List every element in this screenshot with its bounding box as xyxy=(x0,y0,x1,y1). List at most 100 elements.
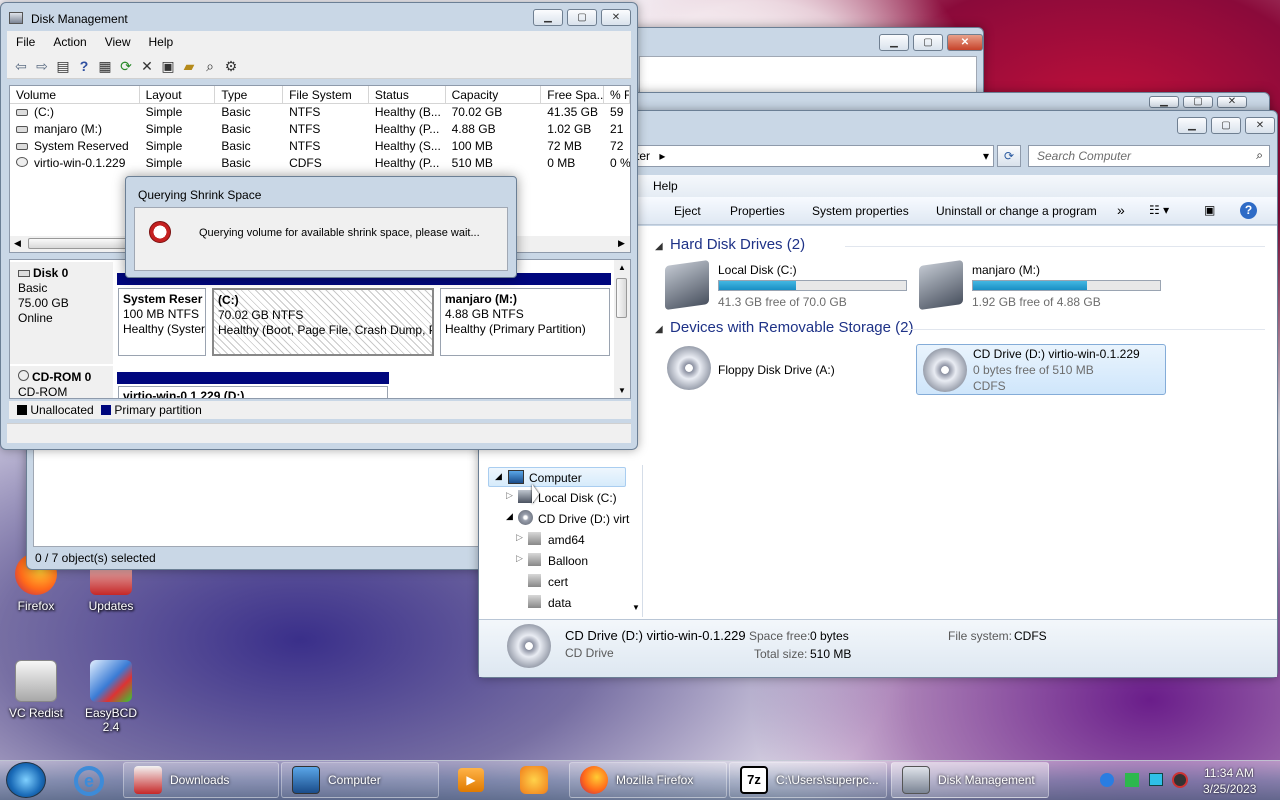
clock-date[interactable]: 3/25/2023 xyxy=(1203,782,1256,796)
drive-local-disk-c[interactable]: Local Disk (C:) 41.3 GB free of 70.0 GB xyxy=(665,259,910,313)
disk-0-label[interactable]: Disk 0 Basic 75.00 GB Online xyxy=(10,262,113,364)
section-hard-disk-drives[interactable]: ◢ Hard Disk Drives (2) xyxy=(655,236,1265,253)
minimize-button[interactable]: ▁ xyxy=(879,34,909,51)
tree-expanded-icon[interactable]: ◢ xyxy=(506,511,513,522)
table-row[interactable]: System Reserved Simple Basic NTFS Health… xyxy=(10,138,630,155)
close-button[interactable]: ✕ xyxy=(1245,117,1275,134)
system-properties-button[interactable]: System properties xyxy=(812,204,909,218)
maximize-button[interactable]: ▢ xyxy=(913,34,943,51)
tree-collapsed-icon[interactable]: ▷ xyxy=(516,532,523,543)
breadcrumb-arrow-icon[interactable]: ▸ xyxy=(659,149,665,163)
close-button[interactable]: ✕ xyxy=(601,9,631,26)
forward-arrow-icon[interactable]: ⇨ xyxy=(34,58,50,74)
tray-volume-icon[interactable] xyxy=(1172,772,1188,788)
taskbar-computer[interactable]: Computer xyxy=(281,762,439,798)
column-percent-free[interactable]: % F xyxy=(604,86,630,103)
vertical-scrollbar[interactable]: ▲ ▼ xyxy=(614,260,630,398)
app-icon[interactable] xyxy=(520,766,548,794)
column-status[interactable]: Status xyxy=(369,86,446,103)
column-file-system[interactable]: File System xyxy=(283,86,369,103)
table-row[interactable]: virtio-win-0.1.229 Simple Basic CDFS Hea… xyxy=(10,155,630,172)
table-row[interactable]: manjaro (M:) Simple Basic NTFS Healthy (… xyxy=(10,121,630,138)
partition-c[interactable]: (C:) 70.02 GB NTFS Healthy (Boot, Page F… xyxy=(212,288,434,356)
delete-icon[interactable]: ✕ xyxy=(139,58,155,74)
tree-item-cd-drive[interactable]: ◢ CD Drive (D:) virt xyxy=(488,508,638,528)
tray-network-icon[interactable] xyxy=(1100,773,1114,787)
tray-action-center-icon[interactable] xyxy=(1125,773,1139,787)
refresh-icon[interactable]: ⟳ xyxy=(118,58,134,74)
drive-floppy-a[interactable]: Floppy Disk Drive (A:) xyxy=(665,344,895,394)
scroll-up-arrow-icon[interactable]: ▲ xyxy=(618,263,626,272)
drive-manjaro-m[interactable]: manjaro (M:) 1.92 GB free of 4.88 GB xyxy=(919,259,1164,313)
minimize-button[interactable]: ▁ xyxy=(533,9,563,26)
clock-time[interactable]: 11:34 AM xyxy=(1204,766,1254,780)
internet-explorer-icon[interactable]: e xyxy=(74,766,104,796)
search-icon[interactable]: ⌕ xyxy=(202,58,218,74)
settings-icon[interactable]: ⚙ xyxy=(223,58,239,74)
tree-collapsed-icon[interactable]: ▷ xyxy=(506,490,513,501)
partition-virtio-win[interactable]: virtio-win-0.1.229 (D:) xyxy=(118,386,388,398)
drive-cd-d[interactable]: CD Drive (D:) virtio-win-0.1.229 0 bytes… xyxy=(916,344,1166,395)
cdrom-0-label[interactable]: CD-ROM 0 CD-ROM xyxy=(10,366,113,398)
column-free-space[interactable]: Free Spa... xyxy=(541,86,605,103)
scroll-right-arrow-icon[interactable]: ▶ xyxy=(618,238,625,249)
table-row[interactable]: (C:) Simple Basic NTFS Healthy (B... 70.… xyxy=(10,104,630,121)
navigation-tree[interactable]: ◢ Computer ▷ Local Disk (C:) ◢ CD Drive … xyxy=(486,465,642,615)
collapse-arrow-icon[interactable]: ◢ xyxy=(655,324,663,335)
column-type[interactable]: Type xyxy=(215,86,284,103)
help-icon[interactable]: ? xyxy=(76,58,92,74)
console-tree-icon[interactable]: ▤ xyxy=(55,58,71,74)
section-removable-storage[interactable]: ◢ Devices with Removable Storage (2) xyxy=(655,319,1265,336)
taskbar-firefox[interactable]: Mozilla Firefox xyxy=(569,762,727,798)
maximize-button[interactable]: ▢ xyxy=(567,9,597,26)
address-bar[interactable]: ter ▸ ▾ xyxy=(629,145,994,167)
column-capacity[interactable]: Capacity xyxy=(446,86,542,103)
tree-collapsed-icon[interactable]: ▷ xyxy=(516,553,523,564)
close-button[interactable]: ✕ xyxy=(947,34,983,51)
properties-icon[interactable]: ▣ xyxy=(160,58,176,74)
tree-item-cert[interactable]: cert xyxy=(488,571,638,591)
partition-system-reserved[interactable]: System Reser 100 MB NTFS Healthy (Syster xyxy=(118,288,206,356)
close-button[interactable]: ✕ xyxy=(1217,96,1247,108)
desktop-icon-vc-redist[interactable]: VC Redist xyxy=(0,660,72,720)
disk-graphical-view[interactable]: Disk 0 Basic 75.00 GB Online System Rese… xyxy=(9,259,631,399)
tree-expanded-icon[interactable]: ◢ xyxy=(495,471,502,482)
taskbar-downloads[interactable]: Downloads xyxy=(123,762,279,798)
maximize-button[interactable]: ▢ xyxy=(1211,117,1241,134)
media-player-icon[interactable]: ▶ xyxy=(458,768,484,792)
properties-button[interactable]: Properties xyxy=(730,204,785,218)
taskbar-disk-management[interactable]: Disk Management xyxy=(891,762,1049,798)
scroll-down-arrow-icon[interactable]: ▼ xyxy=(618,386,626,395)
open-folder-icon[interactable]: ▰ xyxy=(181,58,197,74)
start-button[interactable] xyxy=(6,762,46,798)
tree-item-data[interactable]: data xyxy=(488,592,638,612)
scrollbar-thumb[interactable] xyxy=(616,278,627,318)
scroll-down-arrow-icon[interactable]: ▼ xyxy=(632,603,640,612)
collapse-arrow-icon[interactable]: ◢ xyxy=(655,241,663,252)
help-icon[interactable]: ? xyxy=(1240,202,1257,219)
view-options-icon[interactable]: ☷ ▾ xyxy=(1149,203,1169,217)
maximize-button[interactable]: ▢ xyxy=(1183,96,1213,108)
minimize-button[interactable]: ▁ xyxy=(1149,96,1179,108)
tray-display-icon[interactable] xyxy=(1149,773,1163,786)
tree-item-computer[interactable]: ◢ Computer xyxy=(488,467,626,487)
search-input[interactable]: Search Computer ⌕ xyxy=(1028,145,1270,167)
column-layout[interactable]: Layout xyxy=(140,86,216,103)
scroll-left-arrow-icon[interactable]: ◀ xyxy=(14,238,21,249)
taskbar-7zip[interactable]: 7z C:\Users\superpc... xyxy=(729,762,887,798)
minimize-button[interactable]: ▁ xyxy=(1177,117,1207,134)
action-pane-icon[interactable]: ▦ xyxy=(97,58,113,74)
eject-button[interactable]: Eject xyxy=(674,204,701,218)
menu-action[interactable]: Action xyxy=(44,35,95,49)
tree-item-amd64[interactable]: ▷ amd64 xyxy=(488,529,638,549)
menu-file[interactable]: File xyxy=(7,35,44,49)
uninstall-program-button[interactable]: Uninstall or change a program xyxy=(936,204,1097,218)
column-volume[interactable]: Volume xyxy=(10,86,140,103)
back-arrow-icon[interactable]: ⇦ xyxy=(13,58,29,74)
partition-manjaro[interactable]: manjaro (M:) 4.88 GB NTFS Healthy (Prima… xyxy=(440,288,610,356)
menu-help[interactable]: Help xyxy=(140,35,183,49)
background-window-explorer[interactable]: 0 / 7 object(s) selected xyxy=(26,440,496,570)
preview-pane-icon[interactable]: ▣ xyxy=(1204,203,1215,217)
address-dropdown-icon[interactable]: ▾ xyxy=(983,149,989,163)
refresh-button[interactable]: ⟳ xyxy=(997,145,1021,167)
